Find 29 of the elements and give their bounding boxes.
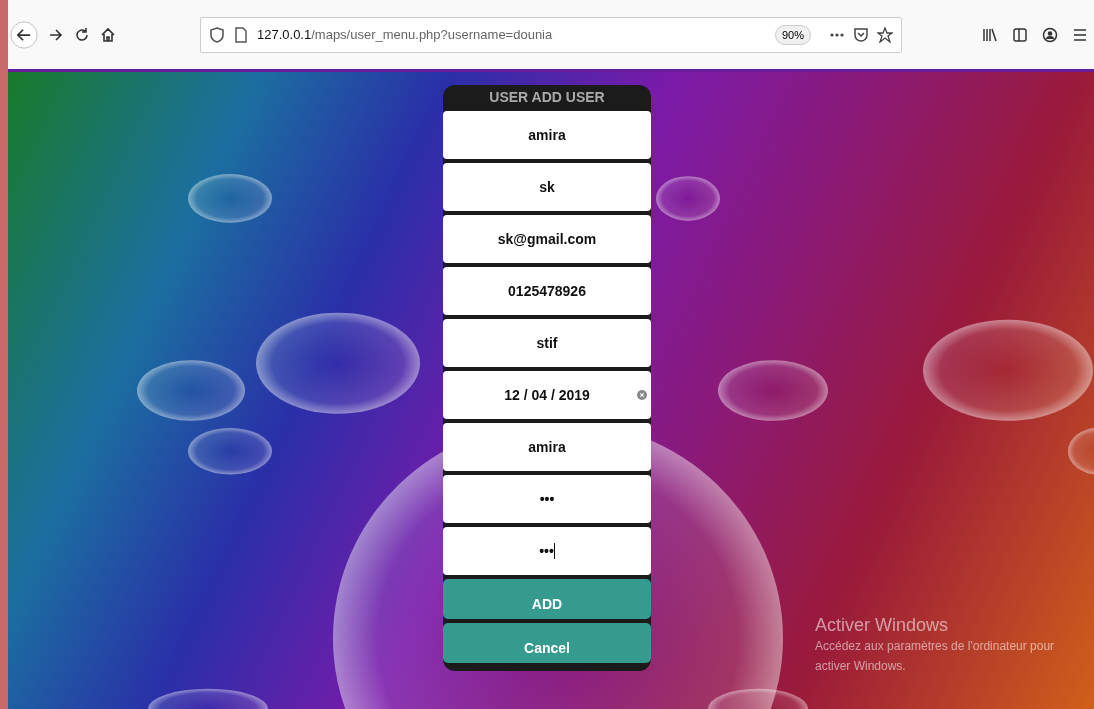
menu-icon[interactable] bbox=[1072, 26, 1088, 43]
input-field[interactable]: 12 / 04 / 2019 bbox=[443, 371, 651, 419]
input-field[interactable]: amira bbox=[443, 111, 651, 159]
form-title: USER ADD USER bbox=[488, 88, 606, 107]
input-field[interactable]: sk bbox=[443, 163, 651, 211]
address-bar[interactable]: 127.0.0.1/maps/user_menu.php?username=dounia 90% bbox=[200, 16, 902, 53]
input-field[interactable]: ••• bbox=[443, 475, 651, 523]
text-cursor bbox=[553, 543, 555, 559]
star-icon[interactable] bbox=[877, 26, 893, 43]
activation-text: Accédez aux paramètres de l'ordinateur pour activer Windows. bbox=[815, 638, 1056, 675]
input-field[interactable]: ••• bbox=[443, 527, 651, 575]
activation-title: Activer Windows bbox=[815, 615, 950, 636]
back-icon[interactable] bbox=[10, 20, 38, 49]
forward-icon[interactable] bbox=[48, 26, 64, 43]
home-icon[interactable] bbox=[100, 26, 116, 43]
pocket-icon[interactable] bbox=[853, 26, 869, 43]
input-field[interactable]: amira bbox=[443, 423, 651, 471]
library-icon[interactable] bbox=[982, 26, 998, 43]
shield-icon bbox=[209, 26, 225, 43]
url-text: 127.0.0.1/maps/user_menu.php?username=dounia bbox=[257, 27, 554, 42]
clear-icon[interactable] bbox=[637, 390, 647, 400]
page-icon bbox=[233, 26, 249, 43]
zoom-level[interactable]: 90% bbox=[774, 24, 811, 45]
input-field[interactable]: 0125478926 bbox=[443, 267, 651, 315]
account-icon[interactable] bbox=[1042, 26, 1058, 43]
sidebar-icon[interactable] bbox=[1012, 26, 1028, 43]
input-field[interactable]: stif bbox=[443, 319, 651, 367]
reload-icon[interactable] bbox=[74, 26, 90, 43]
input-field[interactable]: sk@gmail.com bbox=[443, 215, 651, 263]
